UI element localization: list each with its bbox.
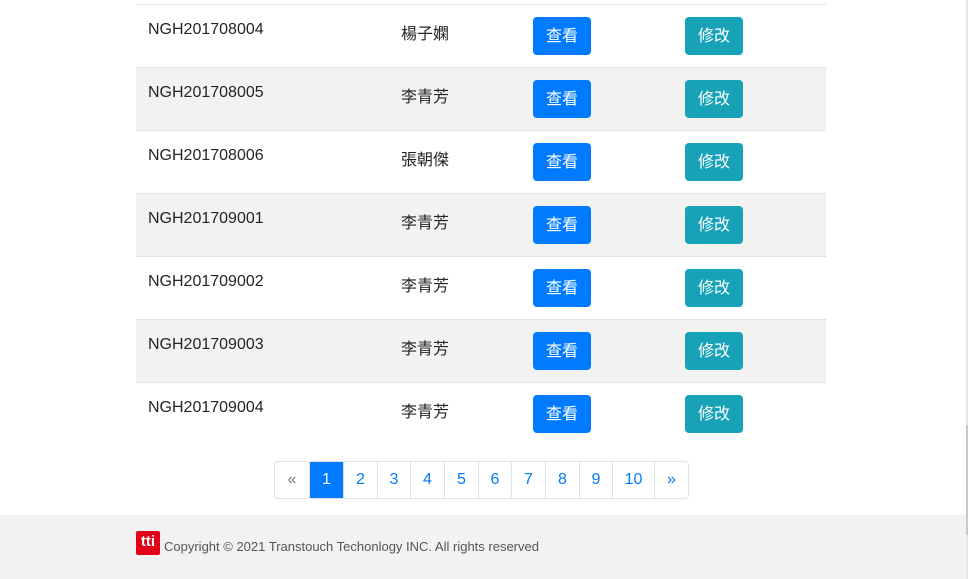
edit-button[interactable]: 修改 bbox=[685, 206, 743, 244]
table-row: NGH201709004 李青芳 查看 修改 bbox=[136, 383, 826, 446]
record-id: NGH201708006 bbox=[148, 147, 264, 164]
record-name: 張朝傑 bbox=[401, 150, 450, 169]
record-id: NGH201708004 bbox=[148, 21, 264, 38]
record-id: NGH201709003 bbox=[148, 336, 264, 353]
records-table: NGH201708004 楊子嫻 查看 修改 NGH201708005 李青芳 … bbox=[136, 0, 826, 446]
edit-button[interactable]: 修改 bbox=[685, 143, 743, 181]
record-id: NGH201709001 bbox=[148, 210, 264, 227]
record-name: 李青芳 bbox=[401, 402, 450, 421]
table-row: NGH201708004 楊子嫻 查看 修改 bbox=[136, 5, 826, 68]
edit-button[interactable]: 修改 bbox=[685, 17, 743, 55]
view-button[interactable]: 查看 bbox=[533, 269, 591, 307]
view-button[interactable]: 查看 bbox=[533, 80, 591, 118]
table-row: NGH201709003 李青芳 查看 修改 bbox=[136, 320, 826, 383]
copyright-text: Copyright © 2021 Transtouch Techonlogy I… bbox=[164, 539, 539, 554]
page-link-3[interactable]: 3 bbox=[377, 462, 410, 498]
view-button[interactable]: 查看 bbox=[533, 332, 591, 370]
pagination-prev[interactable]: « bbox=[275, 462, 309, 498]
page-link-6[interactable]: 6 bbox=[478, 462, 511, 498]
record-name: 李青芳 bbox=[401, 213, 450, 232]
record-id: NGH201709002 bbox=[148, 273, 264, 290]
view-button[interactable]: 查看 bbox=[533, 17, 591, 55]
pagination-next[interactable]: » bbox=[654, 462, 688, 498]
record-name: 李青芳 bbox=[401, 339, 450, 358]
view-button[interactable]: 查看 bbox=[533, 143, 591, 181]
page: NGH201708004 楊子嫻 查看 修改 NGH201708005 李青芳 … bbox=[0, 0, 968, 579]
page-link-8[interactable]: 8 bbox=[545, 462, 579, 498]
page-link-9[interactable]: 9 bbox=[579, 462, 612, 498]
table-row: NGH201709002 李青芳 查看 修改 bbox=[136, 257, 826, 320]
page-link-4[interactable]: 4 bbox=[410, 462, 444, 498]
pagination: « 1 2 3 4 5 6 7 8 9 10 » bbox=[274, 461, 689, 499]
table-row: NGH201709001 李青芳 查看 修改 bbox=[136, 194, 826, 257]
record-name: 李青芳 bbox=[401, 276, 450, 295]
page-link-10[interactable]: 10 bbox=[612, 462, 654, 498]
table-row: NGH201708005 李青芳 查看 修改 bbox=[136, 68, 826, 131]
company-logo: tti bbox=[136, 531, 160, 555]
page-link-7[interactable]: 7 bbox=[511, 462, 545, 498]
edit-button[interactable]: 修改 bbox=[685, 395, 743, 433]
page-link-2[interactable]: 2 bbox=[343, 462, 377, 498]
page-link-5[interactable]: 5 bbox=[444, 462, 478, 498]
edit-button[interactable]: 修改 bbox=[685, 269, 743, 307]
table-row: NGH201708006 張朝傑 查看 修改 bbox=[136, 131, 826, 194]
view-button[interactable]: 查看 bbox=[533, 206, 591, 244]
footer: tti Copyright © 2021 Transtouch Techonlo… bbox=[0, 515, 966, 579]
edit-button[interactable]: 修改 bbox=[685, 332, 743, 370]
record-name: 楊子嫻 bbox=[401, 24, 450, 43]
record-name: 李青芳 bbox=[401, 87, 450, 106]
edit-button[interactable]: 修改 bbox=[685, 80, 743, 118]
record-id: NGH201708005 bbox=[148, 84, 264, 101]
page-link-1[interactable]: 1 bbox=[309, 462, 343, 498]
view-button[interactable]: 查看 bbox=[533, 395, 591, 433]
record-id: NGH201709004 bbox=[148, 399, 264, 416]
